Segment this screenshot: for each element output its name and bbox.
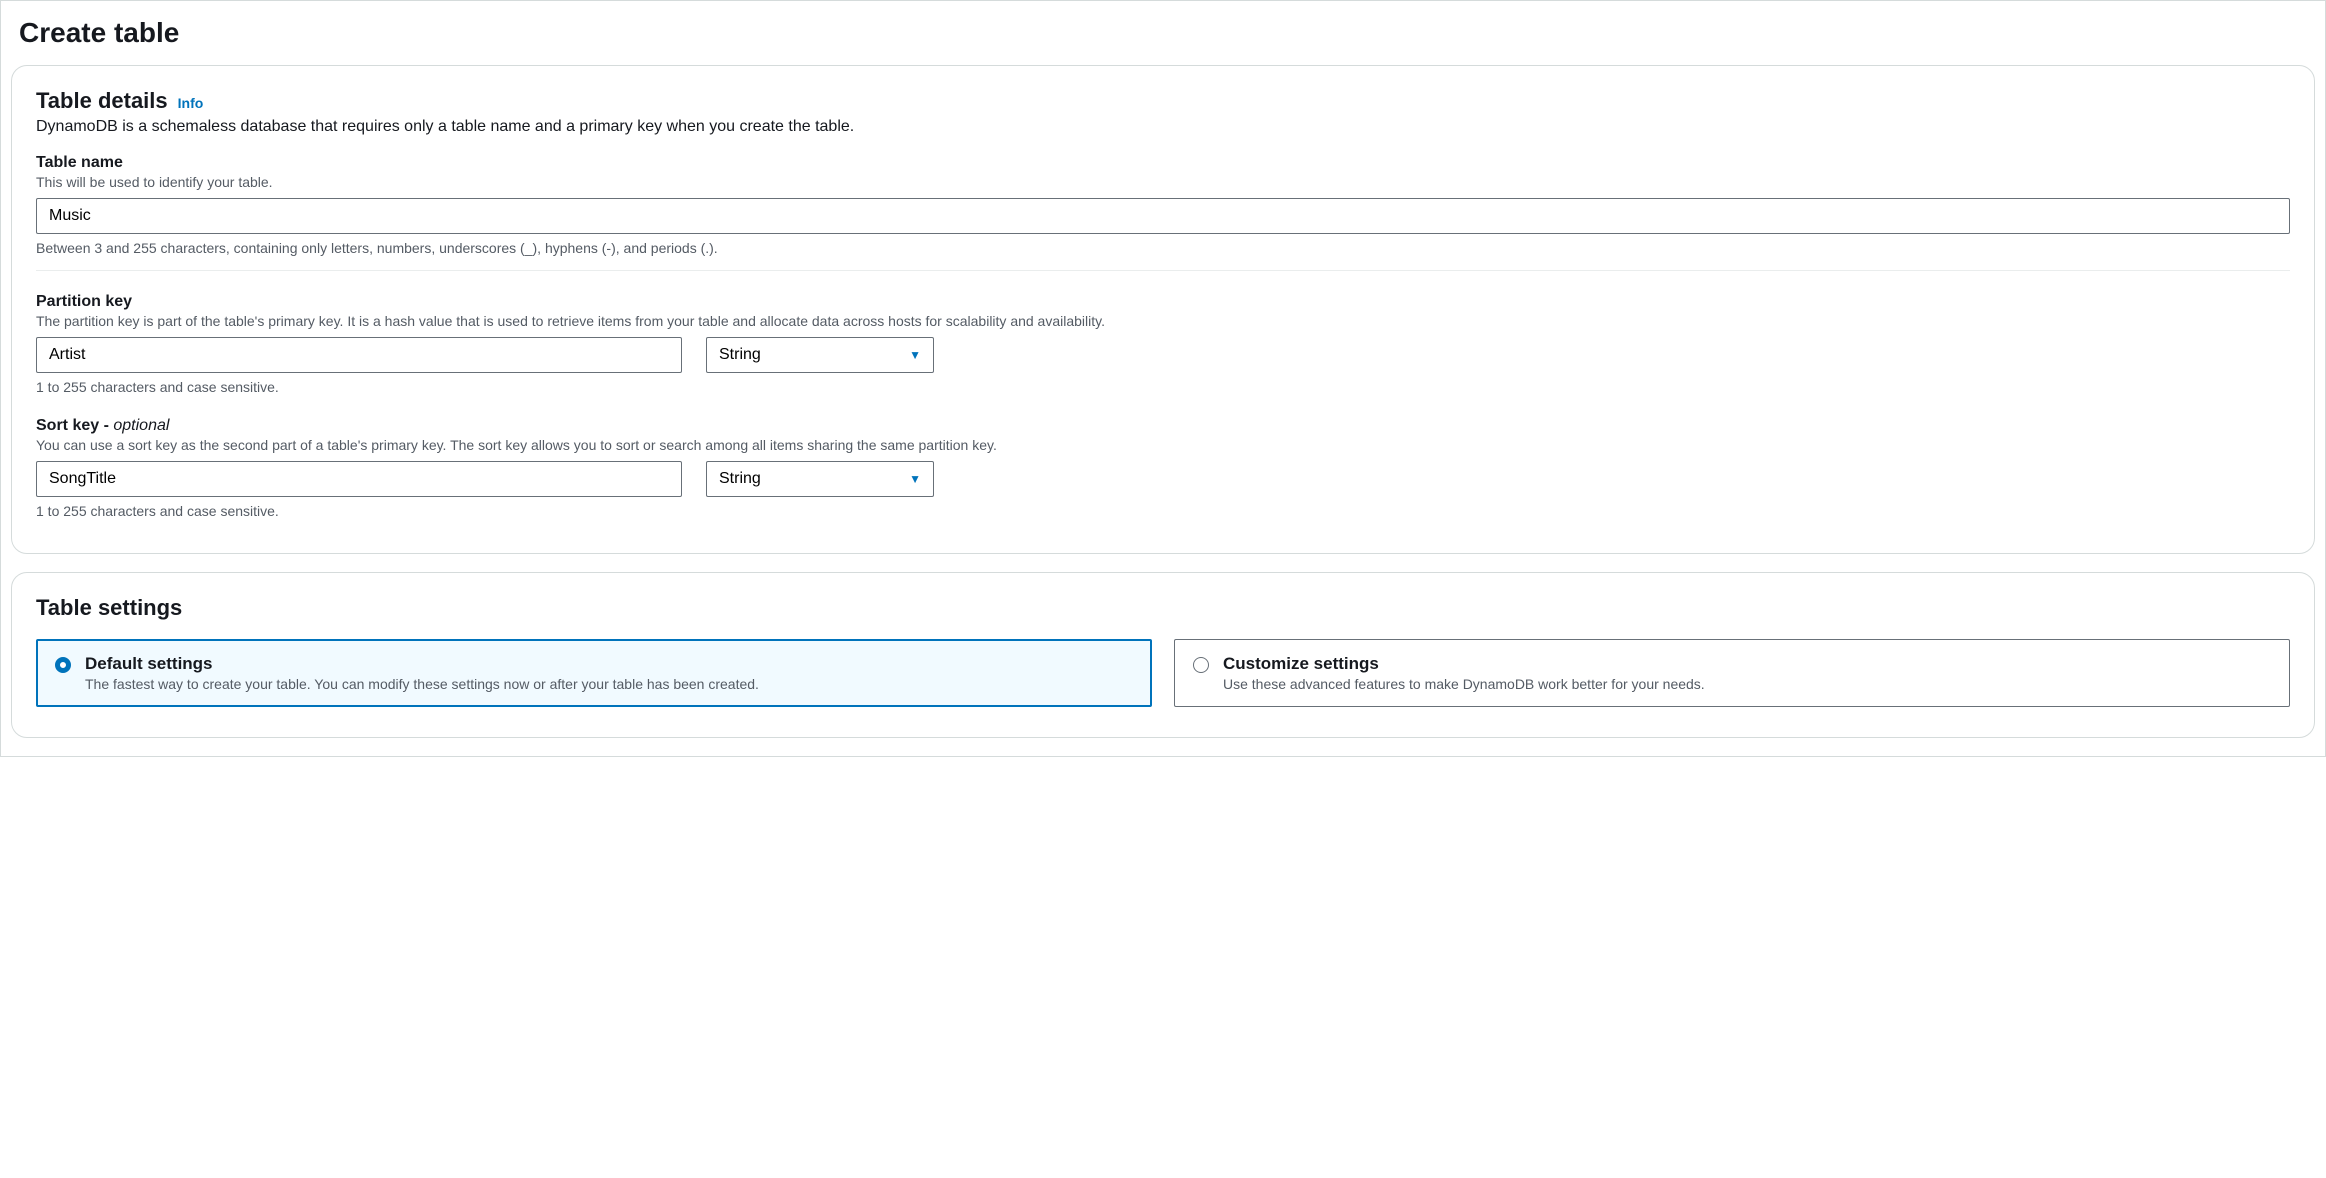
table-name-sublabel: This will be used to identify your table… bbox=[36, 174, 2290, 190]
radio-icon bbox=[55, 657, 71, 673]
table-name-help: Between 3 and 255 characters, containing… bbox=[36, 240, 2290, 256]
table-settings-panel: Table settings Default settings The fast… bbox=[11, 572, 2315, 738]
sort-key-field-group: Sort key - optional You can use a sort k… bbox=[36, 417, 2290, 519]
radio-default-title: Default settings bbox=[85, 654, 759, 674]
sort-key-type-select[interactable]: String ▼ bbox=[706, 461, 934, 497]
table-name-field-group: Table name This will be used to identify… bbox=[36, 154, 2290, 256]
radio-default-desc: The fastest way to create your table. Yo… bbox=[85, 676, 759, 692]
divider bbox=[36, 270, 2290, 271]
radio-custom-desc: Use these advanced features to make Dyna… bbox=[1223, 676, 1705, 692]
partition-key-label: Partition key bbox=[36, 293, 2290, 311]
caret-down-icon: ▼ bbox=[909, 472, 921, 486]
caret-down-icon: ▼ bbox=[909, 348, 921, 362]
page-title: Create table bbox=[19, 17, 2315, 49]
partition-key-type-select[interactable]: String ▼ bbox=[706, 337, 934, 373]
partition-key-sublabel: The partition key is part of the table's… bbox=[36, 313, 2290, 329]
sort-key-label: Sort key - optional bbox=[36, 417, 2290, 435]
partition-key-field-group: Partition key The partition key is part … bbox=[36, 293, 2290, 395]
sort-key-help: 1 to 255 characters and case sensitive. bbox=[36, 503, 2290, 519]
radio-default-settings[interactable]: Default settings The fastest way to crea… bbox=[36, 639, 1152, 707]
table-details-heading: Table details bbox=[36, 88, 168, 114]
radio-icon bbox=[1193, 657, 1209, 673]
sort-key-type-value: String bbox=[719, 470, 761, 488]
partition-key-input[interactable] bbox=[36, 337, 682, 373]
sort-key-sublabel: You can use a sort key as the second par… bbox=[36, 437, 2290, 453]
partition-key-help: 1 to 255 characters and case sensitive. bbox=[36, 379, 2290, 395]
optional-tag: optional bbox=[109, 417, 170, 434]
table-details-desc: DynamoDB is a schemaless database that r… bbox=[36, 118, 2290, 136]
table-name-input[interactable] bbox=[36, 198, 2290, 234]
radio-custom-title: Customize settings bbox=[1223, 654, 1705, 674]
table-name-label: Table name bbox=[36, 154, 2290, 172]
table-settings-heading: Table settings bbox=[36, 595, 2290, 621]
radio-customize-settings[interactable]: Customize settings Use these advanced fe… bbox=[1174, 639, 2290, 707]
sort-key-input[interactable] bbox=[36, 461, 682, 497]
info-link[interactable]: Info bbox=[178, 95, 204, 111]
partition-key-type-value: String bbox=[719, 346, 761, 364]
table-details-panel: Table details Info DynamoDB is a schemal… bbox=[11, 65, 2315, 554]
